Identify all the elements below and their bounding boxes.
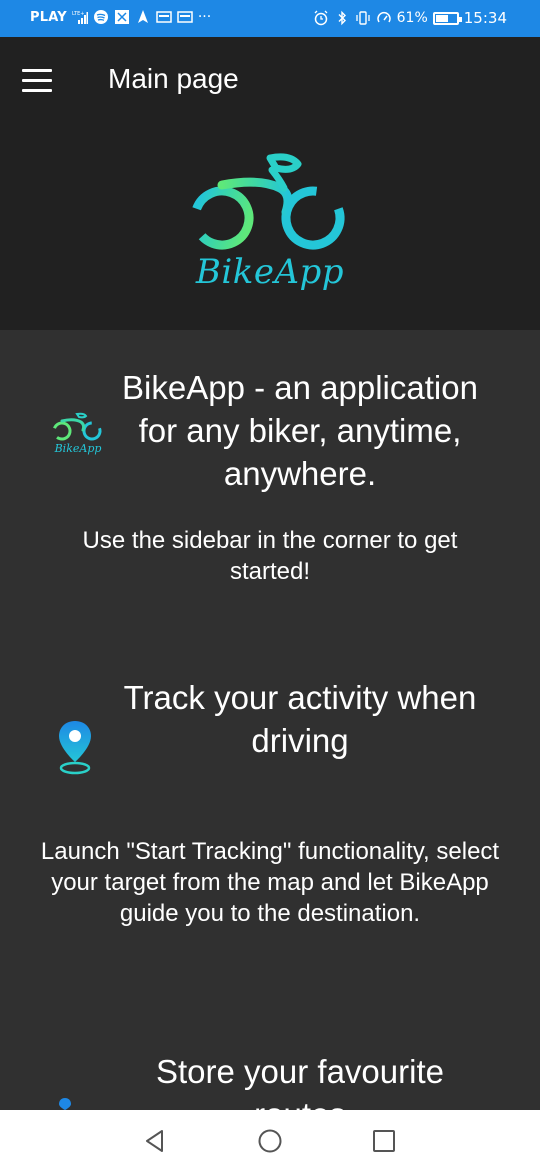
section-title: BikeApp - an application for any biker, …	[100, 366, 500, 495]
menu-line	[22, 78, 52, 82]
status-bar: PLAY LTE+ ··· 61% 15:34	[0, 0, 540, 37]
bicycle-logo-icon	[190, 153, 345, 250]
navigation-icon	[135, 9, 151, 25]
recents-square-icon[interactable]	[369, 1126, 399, 1156]
more-notifications-label: ···	[197, 9, 212, 25]
app-bar: Main page	[0, 37, 540, 122]
main-content: BikeApp BikeApp - an application for any…	[0, 330, 540, 1110]
home-circle-icon[interactable]	[255, 1126, 285, 1156]
system-nav-bar	[0, 1110, 540, 1170]
app-notification-icon	[114, 9, 130, 25]
section-text: Launch "Start Tracking" functionality, s…	[40, 838, 500, 927]
menu-line	[22, 88, 52, 92]
vibrate-icon	[355, 10, 371, 26]
section-title: Store your favourite routes	[100, 1050, 500, 1110]
bluetooth-icon	[334, 10, 350, 26]
carrier-label: PLAY	[30, 9, 67, 25]
svg-text:LTE+: LTE+	[72, 11, 85, 17]
clock-time: 15:34	[463, 9, 507, 27]
battery-icon	[432, 11, 462, 25]
hamburger-menu-icon[interactable]	[22, 63, 62, 97]
header-banner: BikeApp	[0, 122, 540, 330]
section-text: Use the sidebar in the corner to get sta…	[82, 527, 458, 585]
brand-name: BikeApp	[195, 252, 345, 292]
spotify-icon	[93, 9, 109, 25]
title-line: anywhere.	[223, 455, 377, 492]
title-line: Store your favourite	[156, 1053, 444, 1090]
map-pin-icon	[59, 721, 91, 775]
battery-level-fill	[435, 14, 448, 22]
menu-line	[22, 68, 52, 72]
brand-name: BikeApp	[54, 442, 102, 455]
back-triangle-icon[interactable]	[140, 1126, 170, 1156]
data-saver-icon	[376, 10, 392, 26]
page-title: Main page	[108, 63, 239, 94]
card-icon	[156, 9, 172, 25]
card-icon-2	[177, 9, 193, 25]
section-title: Track your activity when driving	[100, 676, 500, 762]
battery-percent-label: 61%	[396, 10, 428, 26]
title-line: for any biker, anytime,	[138, 412, 462, 449]
title-line: driving	[251, 722, 349, 759]
map-pin-icon	[59, 1098, 71, 1110]
bicycle-logo-icon: BikeApp	[48, 412, 108, 456]
alarm-icon	[313, 10, 329, 26]
title-line: routes	[100, 1093, 500, 1110]
title-line: BikeApp - an application	[122, 369, 478, 406]
signal-icon: LTE+	[72, 9, 88, 25]
title-line: Track your activity when	[123, 679, 477, 716]
